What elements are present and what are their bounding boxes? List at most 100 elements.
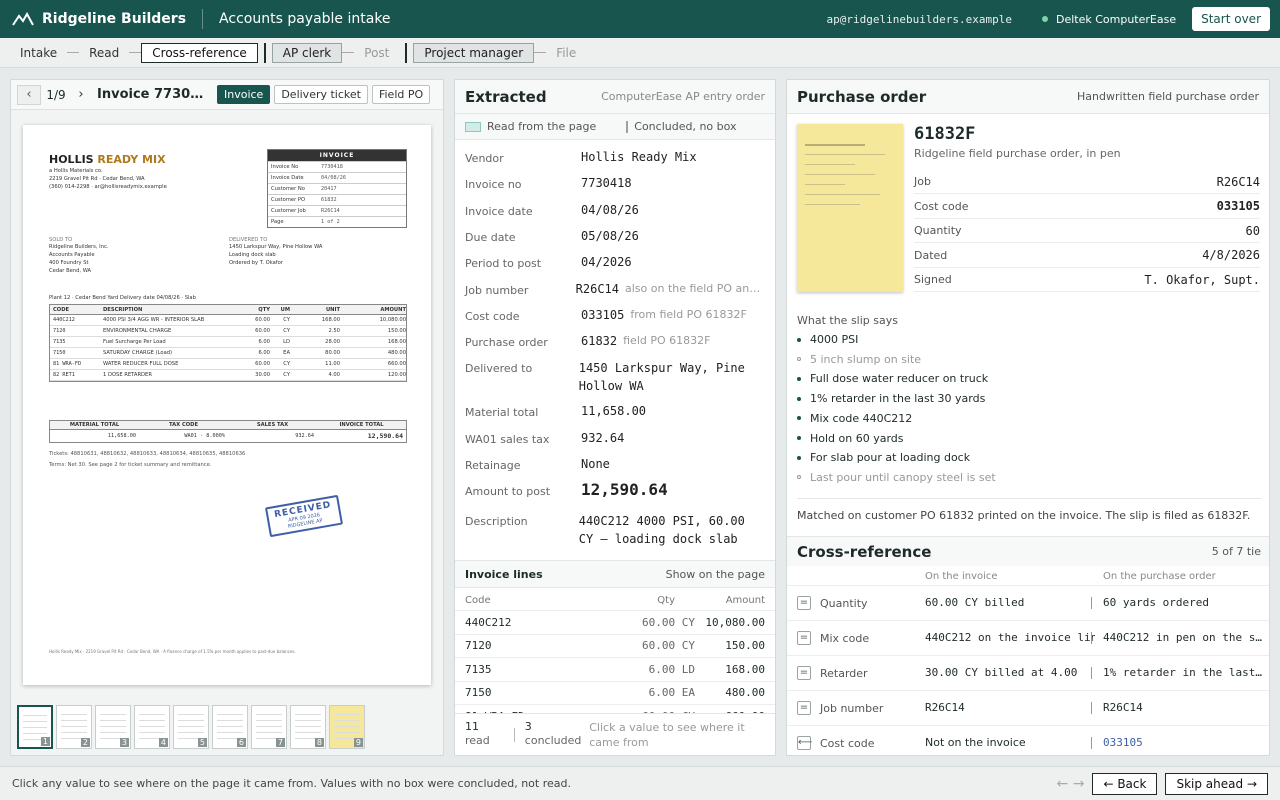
extracted-field-row[interactable]: Retainage None [455,457,775,472]
field-value[interactable]: 11,658.00 [581,404,646,418]
extracted-field-row[interactable]: Vendor Hollis Ready Mix [455,150,775,165]
po-field-row[interactable]: Job R26C14 [914,170,1260,194]
tab-field-po[interactable]: Field PO [371,85,431,104]
invoice-value[interactable]: Not on the invoice [925,736,1095,749]
cross-reference-row[interactable]: = Mix code 440C212 on the invoice line 440C… [787,620,1269,655]
skip-ahead-button[interactable]: Skip ahead → [1165,772,1268,795]
field-value[interactable]: 61832 [581,334,617,348]
tab-delivery-ticket[interactable]: Delivery ticket [274,85,368,104]
field-value[interactable]: 033105 [581,308,624,322]
step-cross-reference[interactable]: Cross-reference [141,42,258,63]
slip-item[interactable]: Hold on 60 yards [797,432,904,445]
invoice-table-cell: 480.00 [387,350,406,356]
next-page-button[interactable]: › [71,87,91,102]
page-thumbnail[interactable]: 1 [17,705,53,749]
line-qty: 6.00 EA [648,686,695,699]
cross-reference-row[interactable]: = Quantity 60.00 CY billed 60 yards ordered [787,585,1269,620]
page-thumbnail[interactable]: 7 [251,705,287,749]
tab-invoice[interactable]: Invoice [217,85,271,104]
step-post[interactable]: Post [354,44,399,62]
invoice-table-cell: Fuel Surcharge Per Load [103,339,166,345]
step-read[interactable]: Read [79,44,129,62]
extracted-field-row[interactable]: Cost code 033105 from field PO 61832F [455,308,775,323]
invoice-table-cell: 4.00 [328,372,340,378]
slip-item[interactable]: Last pour until canopy steel is set [797,471,996,484]
po-slip-thumbnail[interactable] [797,124,903,292]
extracted-field-row[interactable]: Period to post 04/2026 [455,255,775,270]
slip-item[interactable]: Full dose water reducer on truck [797,372,988,385]
slip-item[interactable]: Mix code 440C212 [797,412,912,425]
po-value[interactable]: 440C212 in pen on the slip [1103,631,1263,644]
page-thumbnail[interactable]: 4 [134,705,170,749]
invoice-table-col: DESCRIPTION [103,306,143,313]
field-value[interactable]: 932.64 [581,431,624,445]
step-file[interactable]: File [546,44,586,62]
invoice-value[interactable]: R26C14 [925,701,1095,714]
field-value[interactable]: Hollis Ready Mix [581,150,697,164]
field-value[interactable]: 04/08/26 [581,203,639,217]
po-value[interactable]: R26C14 [1103,701,1263,714]
slip-item[interactable]: 4000 PSI [797,333,858,346]
extracted-field-row[interactable]: Invoice date 04/08/26 [455,203,775,218]
read-count: 11 read [465,720,490,747]
extracted-field-row[interactable]: Delivered to 1450 Larkspur Way, Pine Holl… [455,360,775,395]
show-on-page-link[interactable]: Show on the page [666,568,765,581]
invoice-line-row[interactable]: 7120 60.00 CY 150.00 [455,633,775,657]
cross-reference-row[interactable]: = Job number R26C14 R26C14 [787,690,1269,725]
prev-page-button[interactable]: ‹ [17,84,41,105]
extracted-field-row[interactable]: Job number R26C14 also on the field PO and… [455,282,775,297]
line-amount: 168.00 [725,662,765,676]
slip-item[interactable]: For slab pour at loading dock [797,451,970,464]
po-field-row[interactable]: Signed T. Okafor, Supt. [914,268,1260,292]
po-description: Ridgeline field purchase order, in pen [914,147,1121,160]
invoice-value[interactable]: 440C212 on the invoice line [925,631,1095,644]
field-value[interactable]: 05/08/26 [581,229,639,243]
invoice-value[interactable]: 30.00 CY billed at 4.00 [925,666,1095,679]
extracted-field-row[interactable]: Purchase order 61832 field PO 61832F [455,334,775,349]
back-button[interactable]: ← Back [1092,772,1158,795]
field-value[interactable]: 7730418 [581,176,632,190]
extracted-field-row[interactable]: Amount to post 12,590.64 [455,480,775,499]
po-field-row[interactable]: Quantity 60 [914,219,1260,243]
slip-item[interactable]: 1% retarder in the last 30 yards [797,392,985,405]
extracted-field-row[interactable]: Description 440C212 4000 PSI, 60.00 CY — … [455,513,775,548]
field-value[interactable]: None [581,457,610,471]
po-field-row[interactable]: Dated 4/8/2026 [914,244,1260,268]
po-value[interactable]: 1% retarder in the last 30 yards [1103,666,1263,679]
extracted-field-row[interactable]: Material total 11,658.00 [455,404,775,419]
totals-header: MATERIAL TOTAL TAX CODE SALES TAX INVOICE T… [50,421,406,430]
page-thumbnail[interactable]: 9 [329,705,365,749]
invoice-line-row[interactable]: 7135 6.00 LD 168.00 [455,657,775,680]
field-value[interactable]: 1450 Larkspur Way, Pine Hollow WA [579,359,765,395]
field-value[interactable]: 12,590.64 [581,480,668,499]
page-thumbnail[interactable]: 6 [212,705,248,749]
step-intake[interactable]: Intake [10,44,67,62]
extracted-field-row[interactable]: Due date 05/08/26 [455,229,775,244]
po-value[interactable]: 60 yards ordered [1103,596,1263,609]
bullet-icon [797,376,801,381]
page-thumbnail[interactable]: 2 [56,705,92,749]
extracted-field-row[interactable]: WA01 sales tax 932.64 [455,431,775,446]
page-thumbnail[interactable]: 5 [173,705,209,749]
brand-logo: Ridgeline Builders [12,11,186,27]
equals-icon: = [797,631,811,645]
extracted-field-row[interactable]: Invoice no 7730418 [455,176,775,191]
start-over-button[interactable]: Start over [1192,7,1270,31]
page-thumbnail[interactable]: 8 [290,705,326,749]
invoice-page[interactable]: HOLLIS READY MIX a Hollis Materials co. … [23,125,431,685]
po-field-row[interactable]: Cost code 033105 [914,195,1260,219]
slip-item[interactable]: 5 inch slump on site [797,353,921,366]
page-thumbnail[interactable]: 3 [95,705,131,749]
cross-reference-row[interactable]: = Retarder 30.00 CY billed at 4.00 1% retar… [787,655,1269,690]
field-value[interactable]: 04/2026 [581,255,632,269]
invoice-line-row[interactable]: 7150 6.00 EA 480.00 [455,680,775,704]
step-ap-clerk[interactable]: AP clerk [271,42,343,63]
po-value[interactable]: 033105 [1103,736,1263,749]
field-value[interactable]: R26C14 [576,282,619,296]
step-project-manager[interactable]: Project manager [413,42,535,63]
invoice-value[interactable]: 60.00 CY billed [925,596,1095,609]
cross-reference-label: Mix code [820,632,870,645]
field-value[interactable]: 440C212 4000 PSI, 60.00 CY — loading doc… [579,512,765,548]
cross-reference-row[interactable]: ⟵ Cost code Not on the invoice 033105 [787,725,1269,755]
invoice-line-row[interactable]: 440C212 60.00 CY 10,080.00 [455,610,775,633]
